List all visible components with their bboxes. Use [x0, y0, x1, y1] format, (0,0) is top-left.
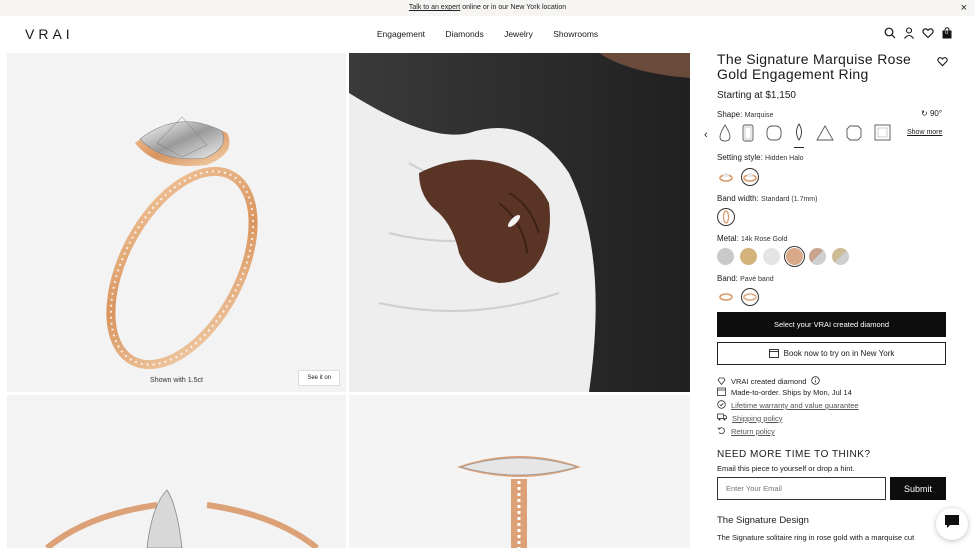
product-image-lifestyle[interactable]: [349, 53, 690, 392]
metal-swatch-yellow-platinum[interactable]: [832, 248, 849, 265]
return-policy-link[interactable]: Return policy: [731, 427, 775, 436]
rotate-value: 90°: [929, 109, 943, 118]
hand-model-photo: [349, 53, 690, 392]
nav-engagement[interactable]: Engagement: [377, 29, 425, 39]
shape-marquise-icon[interactable]: [794, 122, 804, 148]
image-caption: Shown with 1.5ct: [150, 377, 203, 384]
signature-text: The Signature solitaire ring in rose gol…: [717, 533, 915, 542]
email-input[interactable]: [717, 477, 886, 500]
shape-cushion-icon[interactable]: [766, 125, 782, 146]
band-width-value: Standard (1.7mm): [761, 196, 818, 203]
bag-count: 0: [945, 30, 949, 36]
setting-style-options: [717, 168, 759, 186]
band-label-text: Band:: [717, 274, 738, 283]
metal-options: [717, 248, 849, 265]
see-it-on-button[interactable]: See it on: [298, 370, 340, 386]
wishlist-icon[interactable]: [922, 26, 934, 39]
select-diamond-button[interactable]: Select your VRAI created diamond: [717, 312, 946, 337]
product-image-front[interactable]: [7, 395, 346, 548]
metal-label-text: Metal:: [717, 234, 739, 243]
feature-made-text: Made-to-order. Ships by Mon, Jul 14: [731, 388, 852, 397]
favorite-icon[interactable]: [937, 54, 948, 72]
rotate-icon: ↻: [921, 109, 928, 118]
top-banner: Talk to an expert online or in our New Y…: [0, 0, 975, 16]
setting-option-classic[interactable]: [717, 168, 735, 186]
feature-warranty: Lifetime warranty and value guarantee: [717, 400, 859, 411]
shipping-policy-link[interactable]: Shipping policy: [732, 414, 782, 423]
shape-asscher-icon[interactable]: [846, 125, 862, 146]
feature-created-diamond: VRAI created diamond: [717, 376, 821, 387]
truck-icon: [717, 413, 727, 423]
book-button-label: Book now to try on in New York: [783, 349, 895, 358]
calendar-icon: [768, 348, 779, 360]
band-option-plain[interactable]: [717, 288, 735, 306]
calendar-small-icon: [717, 387, 726, 398]
metal-swatch-platinum[interactable]: [717, 248, 734, 265]
shape-radiant-icon[interactable]: [874, 124, 891, 146]
chat-icon: [944, 514, 960, 534]
setting-style-label: Setting style: Hidden Halo: [717, 153, 804, 162]
setting-label-text: Setting style:: [717, 153, 763, 162]
feature-shipping: Shipping policy: [717, 413, 782, 423]
product-title: The Signature Marquise Rose Gold Engagem…: [717, 51, 912, 82]
band-width-label: Band width: Standard (1.7mm): [717, 194, 817, 203]
nav-showrooms[interactable]: Showrooms: [553, 29, 598, 39]
signature-heading: The Signature Design: [717, 515, 809, 526]
feature-created-text: VRAI created diamond: [731, 377, 807, 386]
hint-lead: Email this piece to yourself or drop a h…: [717, 464, 855, 473]
warranty-link[interactable]: Lifetime warranty and value guarantee: [731, 401, 859, 410]
band-options: [717, 288, 759, 306]
product-image-top[interactable]: [349, 395, 690, 548]
band-width-label-text: Band width:: [717, 194, 759, 203]
shape-value: Marquise: [744, 112, 774, 119]
ring-side-illustration: [106, 116, 258, 370]
band-width-option-standard[interactable]: [717, 208, 735, 226]
search-icon[interactable]: [884, 26, 896, 39]
shape-label-text: Shape:: [717, 110, 743, 119]
shape-trillion-icon[interactable]: [816, 124, 834, 146]
book-appointment-button[interactable]: Book now to try on in New York: [717, 342, 946, 365]
metal-swatch-rose-platinum[interactable]: [809, 248, 826, 265]
rotate-control[interactable]: ↻ 90°: [921, 109, 942, 118]
submit-button[interactable]: Submit: [890, 477, 946, 500]
return-icon: [717, 426, 726, 437]
diamond-icon: [717, 377, 726, 387]
band-width-options: [717, 208, 735, 226]
band-label: Band: Pavé band: [717, 274, 774, 283]
banner-text: online or in our New York location: [460, 4, 567, 11]
header-icons: 0: [884, 26, 953, 39]
info-icon[interactable]: [811, 376, 821, 387]
metal-value: 14k Rose Gold: [741, 236, 788, 243]
shape-pear-icon[interactable]: [718, 123, 732, 147]
product-price: Starting at $1,150: [717, 90, 796, 101]
shield-check-icon: [717, 400, 726, 411]
show-more-shapes-link[interactable]: Show more: [907, 129, 942, 136]
site-header: VRAI Engagement Diamonds Jewelry Showroo…: [0, 16, 975, 52]
ring-front-illustration: [45, 489, 319, 548]
metal-swatch-yellow-gold[interactable]: [740, 248, 757, 265]
nav-diamonds[interactable]: Diamonds: [445, 29, 483, 39]
metal-label: Metal: 14k Rose Gold: [717, 234, 787, 243]
metal-swatch-rose-gold[interactable]: [786, 248, 803, 265]
bag-icon[interactable]: 0: [941, 26, 953, 39]
metal-swatch-white-gold[interactable]: [763, 248, 780, 265]
shape-emerald-icon[interactable]: [742, 124, 754, 147]
main-nav: Engagement Diamonds Jewelry Showrooms: [0, 29, 975, 39]
close-icon[interactable]: ×: [961, 0, 967, 16]
chat-button[interactable]: [936, 508, 968, 540]
account-icon[interactable]: [903, 26, 915, 39]
setting-value: Hidden Halo: [765, 155, 804, 162]
feature-returns: Return policy: [717, 426, 775, 437]
product-image-main[interactable]: Shown with 1.5ct See it on: [7, 53, 346, 392]
nav-jewelry[interactable]: Jewelry: [504, 29, 533, 39]
band-value: Pavé band: [740, 276, 774, 283]
ring-top-illustration: [457, 456, 581, 548]
feature-made-to-order: Made-to-order. Ships by Mon, Jul 14: [717, 387, 852, 398]
band-option-pave[interactable]: [741, 288, 759, 306]
chevron-left-icon[interactable]: ‹: [704, 129, 716, 141]
setting-option-hidden-halo[interactable]: [741, 168, 759, 186]
hint-heading: NEED MORE TIME TO THINK?: [717, 449, 871, 460]
talk-to-expert-link[interactable]: Talk to an expert: [409, 4, 460, 11]
shape-label: Shape: Marquise: [717, 110, 773, 119]
